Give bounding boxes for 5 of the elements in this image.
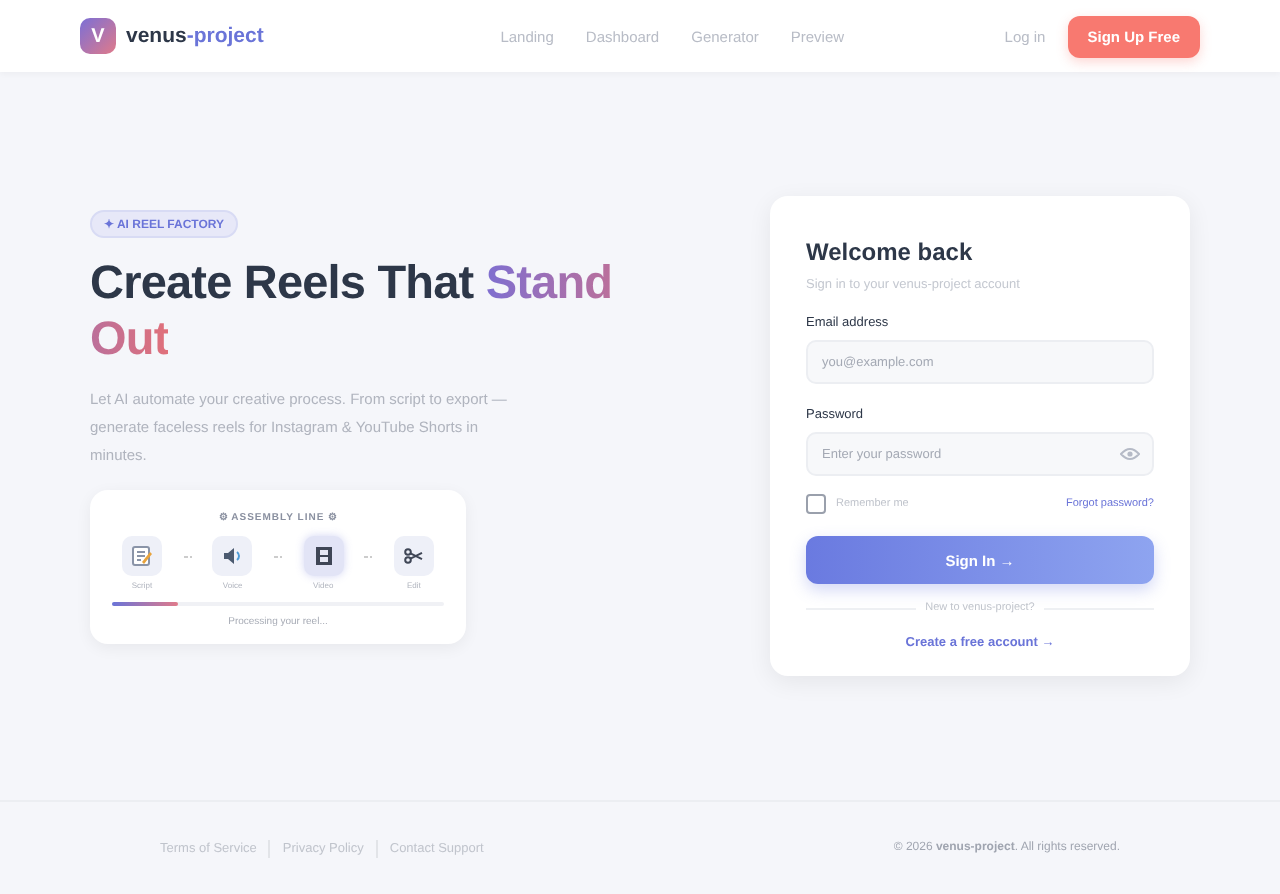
- remember-checkbox[interactable]: [806, 494, 826, 514]
- logo-icon: V: [80, 18, 116, 54]
- card-title: Welcome back: [806, 238, 975, 266]
- brand-name: venus-project: [126, 24, 264, 48]
- eye-icon[interactable]: [1120, 446, 1140, 462]
